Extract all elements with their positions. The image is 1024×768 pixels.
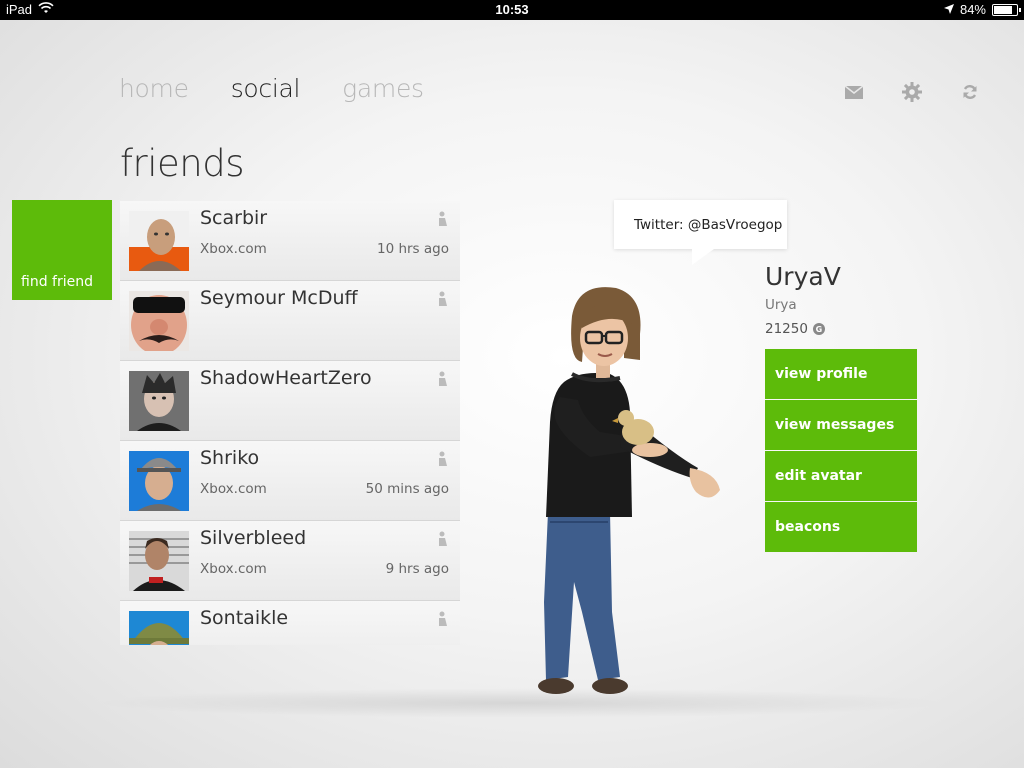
friend-avatar: [129, 611, 189, 645]
status-bubble: Twitter: @BasVroegop: [614, 200, 787, 265]
mail-icon[interactable]: [844, 82, 864, 102]
battery-icon: [992, 3, 1021, 16]
gamerscore-g-icon: G: [812, 323, 825, 335]
friend-last-seen: 50 mins ago: [365, 481, 449, 497]
tab-social[interactable]: social: [231, 74, 301, 103]
friend-list-item[interactable]: Scarbir Xbox.com 10 hrs ago: [120, 201, 460, 281]
top-navigation: home social games: [119, 74, 424, 103]
view-profile-label: view profile: [775, 366, 868, 382]
toolbar-icons: [844, 82, 980, 102]
friend-avatar: [129, 291, 189, 351]
person-status-icon: [438, 611, 448, 627]
friends-list[interactable]: Scarbir Xbox.com 10 hrs ago Seymour McDu…: [120, 201, 460, 645]
edit-avatar-button[interactable]: edit avatar: [765, 451, 917, 501]
settings-gear-icon[interactable]: [902, 82, 922, 102]
gamerscore-value: 21250: [765, 321, 808, 337]
bubble-text: Twitter: @BasVroegop: [634, 217, 783, 233]
friend-last-seen: 10 hrs ago: [376, 241, 449, 257]
battery-percent: 84%: [959, 2, 986, 17]
friend-list-item[interactable]: Shriko Xbox.com 50 mins ago: [120, 441, 460, 521]
friend-avatar: [129, 211, 189, 271]
friend-source: Xbox.com: [200, 561, 267, 577]
friend-avatar: [129, 371, 189, 431]
find-friend-button[interactable]: find friend: [12, 200, 112, 300]
page-title: friends: [120, 142, 245, 185]
profile-actions: view profile view messages edit avatar b…: [765, 349, 917, 553]
friend-list-item[interactable]: Sontaikle: [120, 601, 460, 645]
view-messages-button[interactable]: view messages: [765, 400, 917, 450]
friend-avatar: [129, 531, 189, 591]
view-messages-label: view messages: [775, 417, 895, 433]
tab-home[interactable]: home: [119, 74, 189, 103]
view-profile-button[interactable]: view profile: [765, 349, 917, 399]
profile-gamerscore: 21250 G: [765, 321, 825, 337]
find-friend-label: find friend: [21, 274, 93, 290]
friend-last-seen: 9 hrs ago: [385, 561, 449, 577]
beacons-button[interactable]: beacons: [765, 502, 917, 552]
person-status-icon: [438, 371, 448, 387]
friend-name: Silverbleed: [200, 527, 307, 549]
person-status-icon: [438, 291, 448, 307]
person-status-icon: [438, 211, 448, 227]
refresh-icon[interactable]: [960, 82, 980, 102]
friend-name: ShadowHeartZero: [200, 367, 372, 389]
tab-games[interactable]: games: [342, 74, 424, 103]
friend-name: Seymour McDuff: [200, 287, 358, 309]
friend-list-item[interactable]: Silverbleed Xbox.com 9 hrs ago: [120, 521, 460, 601]
xbox-live-app: home social games friends find friend Sc…: [0, 20, 1024, 768]
status-bar: iPad 10:53 84%: [0, 0, 1024, 20]
profile-gamertag: UryaV: [765, 262, 841, 291]
friend-list-item[interactable]: ShadowHeartZero: [120, 361, 460, 441]
friend-list-item[interactable]: Seymour McDuff: [120, 281, 460, 361]
profile-real-name: Urya: [765, 297, 797, 313]
edit-avatar-label: edit avatar: [775, 468, 862, 484]
friend-source: Xbox.com: [200, 481, 267, 497]
person-status-icon: [438, 531, 448, 547]
friend-source: Xbox.com: [200, 241, 267, 257]
location-arrow-icon: [943, 2, 954, 17]
friend-name: Sontaikle: [200, 607, 289, 629]
status-clock: 10:53: [495, 2, 529, 17]
friend-avatar: [129, 451, 189, 511]
beacons-label: beacons: [775, 519, 841, 535]
friend-name: Shriko: [200, 447, 260, 469]
person-status-icon: [438, 451, 448, 467]
player-avatar-figure[interactable]: [520, 282, 740, 712]
friend-name: Scarbir: [200, 207, 268, 229]
